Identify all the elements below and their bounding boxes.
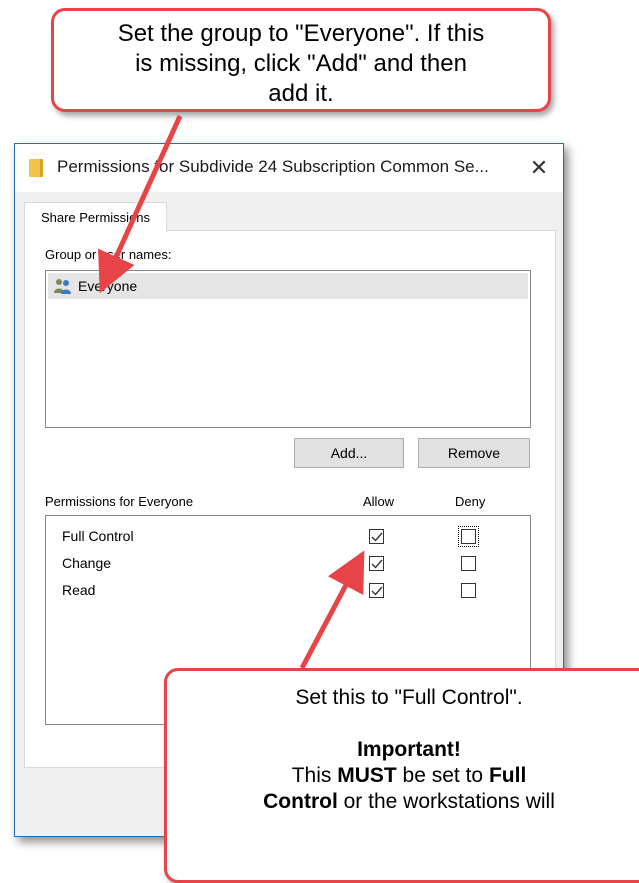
check-icon <box>371 532 383 542</box>
callout-text-must: MUST <box>337 764 397 787</box>
check-icon <box>371 559 383 569</box>
callout-text-be-set-to: be set to <box>396 764 489 787</box>
callout-bottom-line-1: Set this to "Full Control". <box>295 686 523 709</box>
tab-share-permissions[interactable]: Share Permissions <box>24 202 167 232</box>
permissions-for-label: Permissions for Everyone <box>45 494 194 509</box>
callout-text-full: Full <box>488 764 527 787</box>
allow-read-checkbox[interactable] <box>369 583 384 598</box>
deny-read-checkbox[interactable] <box>461 583 476 598</box>
window-title: Permissions for Subdivide 24 Subscriptio… <box>57 157 489 176</box>
check-icon <box>371 586 383 596</box>
permission-read-label: Read <box>62 582 96 598</box>
remove-button[interactable]: Remove <box>418 438 530 468</box>
group-user-listbox[interactable]: Everyone <box>45 270 531 428</box>
folder-icon <box>29 159 43 177</box>
callout-text-this: This <box>291 764 338 787</box>
list-item-everyone[interactable]: Everyone <box>48 273 528 299</box>
deny-full-control-checkbox[interactable] <box>458 526 479 547</box>
allow-full-control-checkbox[interactable] <box>369 529 384 544</box>
deny-change-checkbox[interactable] <box>461 556 476 571</box>
callout-top-line-3: add it. <box>268 80 334 107</box>
add-button[interactable]: Add... <box>294 438 404 468</box>
title-bar[interactable]: Permissions for Subdivide 24 Subscriptio… <box>15 144 563 192</box>
callout-important: Important! <box>357 738 461 761</box>
deny-column-header: Deny <box>455 494 486 509</box>
users-icon <box>54 279 71 294</box>
callout-top-line-1: Set the group to "Everyone". If this <box>117 20 485 47</box>
callout-top-line-2: is missing, click "Add" and then <box>135 50 467 77</box>
allow-column-header: Allow <box>363 494 395 509</box>
permission-change-label: Change <box>62 555 112 571</box>
callout-text-workstations: or the workstations will <box>337 790 555 813</box>
callout-spacer <box>167 711 639 737</box>
callout-text-control: Control <box>263 790 338 813</box>
allow-change-checkbox[interactable] <box>369 556 384 571</box>
callout-full-control: Set this to "Full Control". Important! T… <box>164 668 639 883</box>
close-button[interactable]: ✕ <box>523 152 555 184</box>
callout-bottom-line-3: This MUST be set to Full <box>167 763 639 789</box>
callout-set-group: Set the group to "Everyone". If this is … <box>51 8 551 112</box>
permission-full-control-label: Full Control <box>62 528 134 544</box>
group-names-label: Group or user names: <box>45 247 172 262</box>
list-item-label: Everyone <box>78 278 138 294</box>
callout-bottom-line-4: Control or the workstations will <box>167 789 639 815</box>
